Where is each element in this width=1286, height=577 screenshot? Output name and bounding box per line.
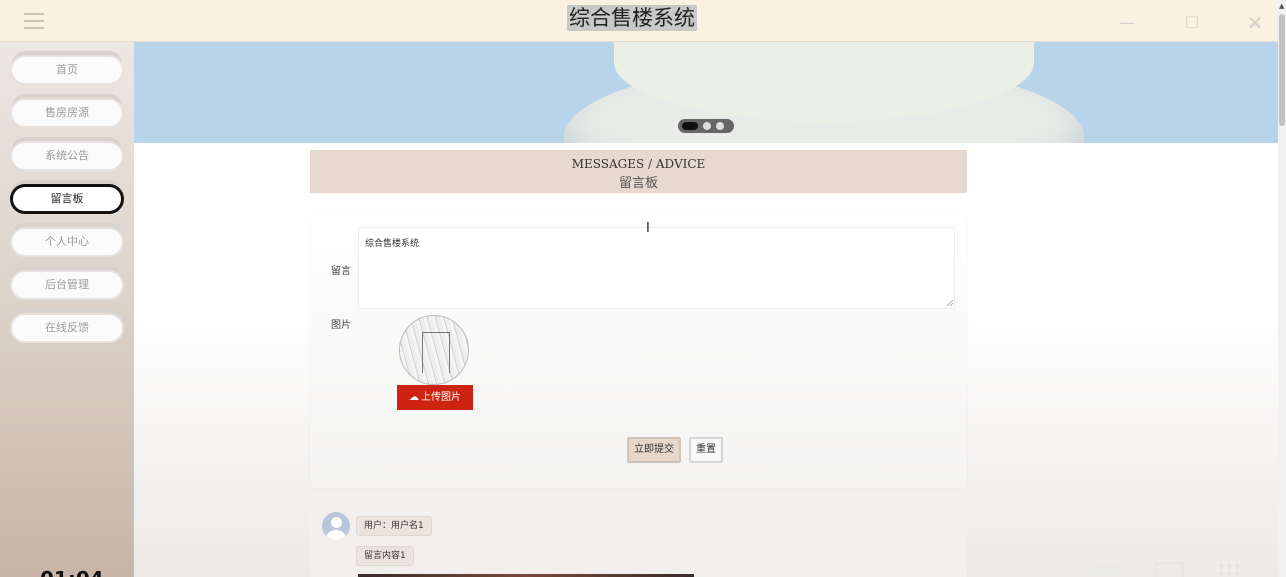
scroll-up-arrow-icon[interactable]: ▲	[1279, 2, 1284, 10]
message-textarea[interactable]: 综合售楼系统	[358, 227, 955, 309]
playlist-icon[interactable]	[1092, 562, 1122, 577]
scrollbar-thumb[interactable]	[1279, 14, 1285, 126]
app-title: 综合售楼系统	[567, 5, 697, 31]
resize-handle-icon[interactable]	[946, 299, 954, 307]
comment-user: 用户：用户名1	[356, 516, 432, 536]
minimize-button[interactable]: —	[1116, 12, 1138, 34]
section-header: MESSAGES / ADVICE 留言板	[310, 150, 967, 193]
submit-button[interactable]: 立即提交	[627, 437, 681, 463]
image-label: 图片	[331, 320, 351, 331]
sidebar-item-feedback[interactable]: 在线反馈	[10, 313, 124, 343]
sidebar-item-admin[interactable]: 后台管理	[10, 270, 124, 300]
section-title-en: MESSAGES / ADVICE	[571, 157, 706, 171]
section-title-cn: 留言板	[618, 176, 658, 191]
sidebar-item-message-board[interactable]: 留言板	[10, 184, 124, 214]
carousel-dot-3[interactable]	[716, 122, 724, 130]
user-avatar-icon	[322, 512, 350, 540]
page-scrollbar[interactable]: ▲	[1278, 0, 1286, 577]
clock-overlay: 01:04	[40, 567, 104, 577]
sidebar-item-listings[interactable]: 售房房源	[10, 98, 124, 128]
sidebar-item-announcements[interactable]: 系统公告	[10, 141, 124, 171]
message-label: 留言	[331, 266, 351, 277]
maximize-button[interactable]: ☐	[1181, 12, 1203, 34]
grid-icon[interactable]	[1219, 562, 1249, 577]
carousel-dot-1[interactable]	[682, 122, 698, 130]
carousel-dot-2[interactable]	[703, 122, 711, 130]
menu-icon[interactable]	[24, 13, 44, 29]
reset-button[interactable]: 重置	[689, 437, 723, 463]
title-bar: 综合售楼系统 — ☐ ✕	[0, 0, 1286, 42]
close-button[interactable]: ✕	[1244, 12, 1266, 34]
comment-content: 留言内容1	[356, 546, 414, 566]
carousel-indicators	[678, 119, 734, 133]
cloud-upload-icon: ☁	[409, 392, 419, 403]
upload-button-label: 上传图片	[421, 392, 461, 403]
upload-image-button[interactable]: ☁ 上传图片	[397, 385, 473, 410]
text-cursor-icon: I	[646, 221, 650, 236]
window-icon[interactable]	[1154, 562, 1184, 577]
sidebar-item-home[interactable]: 首页	[10, 55, 124, 85]
banner-carousel	[134, 42, 1278, 143]
sidebar-item-personal-center[interactable]: 个人中心	[10, 227, 124, 257]
image-preview	[399, 315, 469, 385]
